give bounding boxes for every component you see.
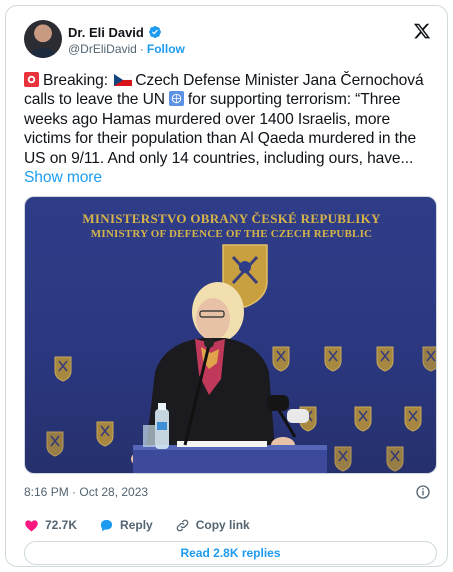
link-icon <box>176 519 188 531</box>
info-icon[interactable] <box>415 484 431 500</box>
author-handle[interactable]: @DrEliDavid <box>68 42 137 56</box>
tweet-text-part-1: Breaking: <box>43 72 108 89</box>
tweet-photo[interactable]: MINISTERSTVO OBRANY ČESKÉ REPUBLIKY MINI… <box>24 196 437 474</box>
reply-label: Reply <box>120 518 153 532</box>
x-logo-icon[interactable] <box>413 22 431 40</box>
copy-link-button[interactable]: Copy link <box>175 518 250 533</box>
photo-sign-english: MINISTRY OF DEFENCE OF THE CZECH REPUBLI… <box>90 228 373 240</box>
author-name-row: Dr. Eli David <box>68 23 162 41</box>
tweet-card: Dr. Eli David @DrEliDavid · Follow Break… <box>5 5 448 567</box>
handle-separator: · <box>139 42 144 56</box>
tweet-text: Breaking: Czech Defense Minister Jana Če… <box>24 71 434 187</box>
photo-sign-czech: MINISTERSTVO OBRANY ČESKÉ REPUBLIKY <box>82 211 381 226</box>
heart-icon <box>25 519 38 531</box>
reply-button[interactable]: Reply <box>99 518 153 533</box>
follow-button[interactable]: Follow <box>147 42 185 56</box>
show-more-link[interactable]: Show more <box>24 169 102 186</box>
author-handle-row: @DrEliDavid · Follow <box>68 42 185 56</box>
like-count: 72.7K <box>45 518 78 532</box>
reply-bubble-icon <box>100 519 113 531</box>
tweet-actions: 72.7K Reply Copy link <box>24 516 272 534</box>
un-emoji-icon <box>168 91 184 107</box>
author-avatar[interactable] <box>24 20 62 58</box>
czech-flag-icon <box>114 74 133 86</box>
siren-emoji-icon <box>24 72 39 87</box>
verified-badge-icon <box>148 26 161 38</box>
like-button[interactable]: 72.7K <box>24 518 77 533</box>
read-replies-button[interactable]: Read 2.8K replies <box>24 541 437 565</box>
copy-link-label: Copy link <box>195 518 250 532</box>
author-name[interactable]: Dr. Eli David <box>68 25 144 40</box>
tweet-timestamp[interactable]: 8:16 PM · Oct 28, 2023 <box>24 485 148 499</box>
